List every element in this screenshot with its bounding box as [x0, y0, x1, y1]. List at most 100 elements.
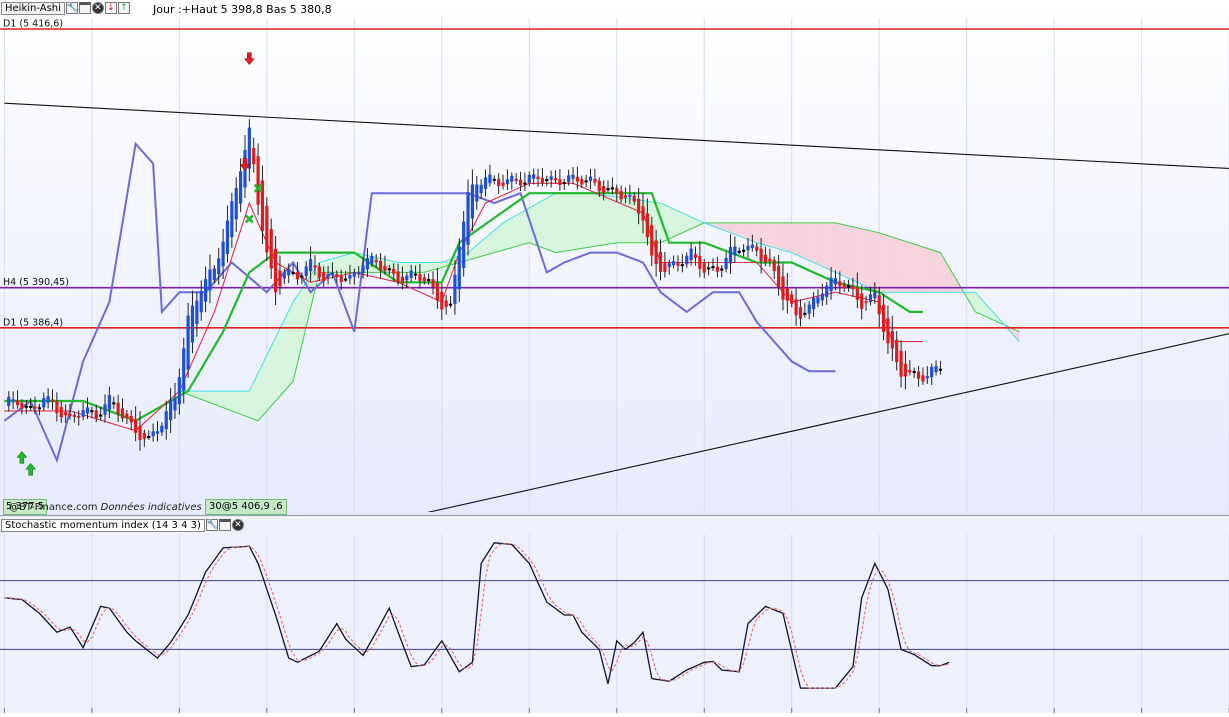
- candle-body[interactable]: [77, 415, 81, 418]
- candle-body[interactable]: [667, 263, 671, 267]
- candle-body[interactable]: [317, 266, 321, 278]
- candle-body[interactable]: [619, 191, 623, 200]
- candle-body[interactable]: [11, 399, 15, 402]
- candle-body[interactable]: [672, 261, 676, 266]
- candle-body[interactable]: [300, 275, 304, 278]
- candle-body[interactable]: [886, 318, 890, 344]
- main-title[interactable]: Heikin-Ashi: [1, 2, 65, 15]
- candle-body[interactable]: [103, 404, 107, 415]
- candle-body[interactable]: [698, 256, 702, 269]
- candle-body[interactable]: [658, 252, 663, 272]
- candle-body[interactable]: [125, 413, 129, 419]
- candle-body[interactable]: [890, 330, 894, 349]
- candle-body[interactable]: [488, 174, 492, 184]
- candle-body[interactable]: [378, 260, 383, 271]
- candle-body[interactable]: [212, 268, 216, 280]
- candle-body[interactable]: [742, 249, 746, 252]
- candle-body[interactable]: [50, 399, 55, 402]
- candle-body[interactable]: [737, 250, 741, 253]
- candle-body[interactable]: [615, 188, 619, 194]
- candle-body[interactable]: [383, 265, 387, 271]
- candle-body[interactable]: [173, 397, 177, 411]
- candle-body[interactable]: [107, 395, 111, 410]
- candle-body[interactable]: [470, 184, 475, 219]
- candle-body[interactable]: [147, 435, 151, 438]
- candle-body[interactable]: [326, 273, 330, 277]
- candle-body[interactable]: [895, 339, 899, 363]
- candle-body[interactable]: [873, 292, 877, 299]
- candle-body[interactable]: [282, 272, 286, 279]
- candle-body[interactable]: [750, 244, 754, 249]
- candle-body[interactable]: [33, 406, 37, 409]
- candle-body[interactable]: [304, 266, 308, 276]
- oscillator-title[interactable]: Stochastic momentum index (14 3 4 3): [1, 519, 205, 532]
- candle-body[interactable]: [820, 293, 824, 301]
- candle-body[interactable]: [225, 220, 230, 254]
- candle-body[interactable]: [877, 295, 881, 315]
- candle-body[interactable]: [545, 179, 549, 182]
- candle-body[interactable]: [431, 279, 435, 287]
- candle-body[interactable]: [365, 257, 370, 270]
- wrench-icon[interactable]: 🔧: [65, 2, 78, 14]
- candle-body[interactable]: [343, 278, 348, 281]
- candle-body[interactable]: [352, 271, 356, 277]
- candle-body[interactable]: [912, 370, 916, 373]
- candle-body[interactable]: [252, 148, 256, 165]
- candle-body[interactable]: [151, 431, 155, 437]
- candle-body[interactable]: [776, 265, 781, 288]
- candle-body[interactable]: [523, 182, 527, 185]
- candle-body[interactable]: [440, 291, 444, 310]
- candle-body[interactable]: [94, 410, 98, 419]
- candle-body[interactable]: [628, 194, 632, 197]
- candle-body[interactable]: [650, 225, 654, 256]
- candle-body[interactable]: [707, 267, 711, 270]
- candle-body[interactable]: [90, 410, 94, 413]
- candle-body[interactable]: [807, 304, 811, 314]
- candle-body[interactable]: [339, 275, 343, 283]
- candle-body[interactable]: [81, 410, 85, 417]
- candle-body[interactable]: [645, 213, 649, 238]
- candle-body[interactable]: [654, 240, 658, 264]
- candle-body[interactable]: [610, 187, 614, 190]
- candle-body[interactable]: [370, 256, 374, 264]
- candle-body[interactable]: [99, 414, 103, 417]
- candle-body[interactable]: [492, 178, 496, 181]
- candle-body[interactable]: [728, 246, 733, 264]
- candle-body[interactable]: [396, 271, 400, 282]
- arrow-down-icon[interactable]: ↓: [104, 2, 117, 14]
- candle-body[interactable]: [825, 285, 829, 297]
- candle-body[interactable]: [676, 263, 680, 266]
- candle-body[interactable]: [781, 276, 785, 300]
- candle-body[interactable]: [116, 402, 120, 415]
- wrench-icon[interactable]: 🔧: [205, 519, 218, 531]
- candle-body[interactable]: [580, 179, 584, 185]
- candle-body[interactable]: [405, 275, 409, 281]
- candle-body[interactable]: [164, 411, 168, 430]
- candle-body[interactable]: [475, 184, 479, 202]
- candle-body[interactable]: [868, 294, 873, 303]
- candle-body[interactable]: [72, 414, 76, 417]
- candle-body[interactable]: [138, 426, 142, 441]
- candle-body[interactable]: [177, 377, 181, 405]
- candle-body[interactable]: [702, 262, 706, 273]
- candle-body[interactable]: [553, 178, 558, 181]
- candle-body[interactable]: [785, 288, 789, 301]
- candle-body[interactable]: [448, 303, 453, 306]
- candle-body[interactable]: [689, 248, 693, 261]
- close-icon[interactable]: ✕: [91, 2, 104, 14]
- candle-body[interactable]: [186, 315, 190, 370]
- candle-body[interactable]: [527, 174, 531, 183]
- window-icon[interactable]: [78, 2, 91, 14]
- candle-body[interactable]: [59, 406, 63, 418]
- candle-body[interactable]: [663, 262, 667, 272]
- candle-body[interactable]: [435, 282, 440, 301]
- candle-body[interactable]: [129, 415, 133, 423]
- candle-body[interactable]: [269, 229, 273, 269]
- candle-body[interactable]: [881, 304, 886, 332]
- candle-body[interactable]: [112, 402, 116, 405]
- candle-body[interactable]: [755, 246, 759, 251]
- candle-body[interactable]: [855, 287, 859, 300]
- candle-body[interactable]: [715, 266, 719, 272]
- candle-body[interactable]: [833, 278, 838, 285]
- candle-body[interactable]: [934, 366, 938, 373]
